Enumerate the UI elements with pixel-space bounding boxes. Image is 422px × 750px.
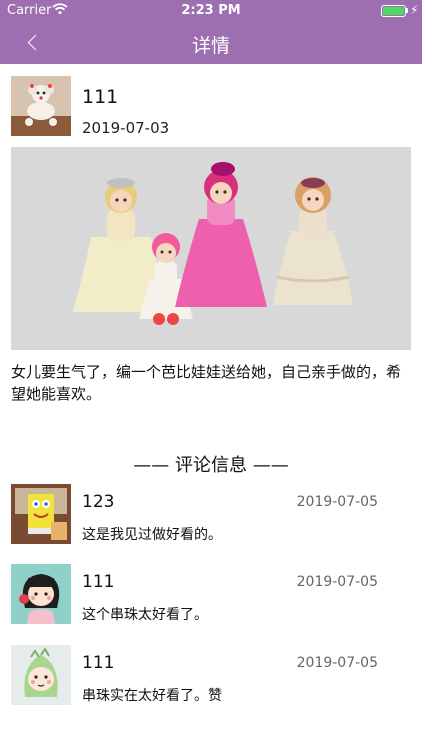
comment-date: 2019-07-05 [296, 574, 378, 590]
comment-date: 2019-07-05 [296, 655, 378, 671]
battery-icon [381, 5, 406, 17]
header-bar: Carrier 2:23 PM ⚡ 详情 [0, 0, 422, 64]
comment-date: 2019-07-05 [296, 494, 378, 510]
comment-author: 111 [82, 653, 115, 673]
post-author: 111 [82, 86, 119, 108]
comments-section-title: —— 评论信息 —— [133, 455, 289, 476]
charging-bolt-icon: ⚡ [410, 3, 419, 17]
navigation-bar: 详情 [0, 22, 422, 64]
girl-cartoon-avatar[interactable] [11, 564, 71, 624]
comment-item: 111 2019-07-05 这个串珠太好看了。 [0, 564, 422, 629]
beaded-spongebob-avatar[interactable] [11, 484, 71, 544]
comment-item: 123 2019-07-05 这是我见过做好看的。 [0, 484, 422, 549]
clock: 2:23 PM [181, 3, 241, 18]
beaded-dolls-photo[interactable] [11, 147, 411, 350]
post-body: 女儿要生气了，编一个芭比娃娃送给她，自己亲手做的，希望她能喜欢。 [11, 363, 402, 403]
dino-cartoon-avatar[interactable] [11, 645, 71, 705]
page-title: 详情 [191, 35, 230, 57]
beaded-poodle-avatar[interactable] [11, 76, 71, 136]
comment-text: 这个串珠太好看了。 [82, 607, 208, 623]
battery-tip [406, 8, 408, 13]
comment-author: 111 [82, 572, 115, 592]
comment-author: 123 [82, 492, 115, 512]
comment-text: 串珠实在太好看了。赞 [82, 688, 222, 704]
comment-item: 111 2019-07-05 串珠实在太好看了。赞 [0, 645, 422, 710]
comment-text: 这是我见过做好看的。 [82, 527, 222, 543]
post-date: 2019-07-03 [82, 119, 170, 137]
status-bar: Carrier 2:23 PM ⚡ [0, 0, 422, 22]
